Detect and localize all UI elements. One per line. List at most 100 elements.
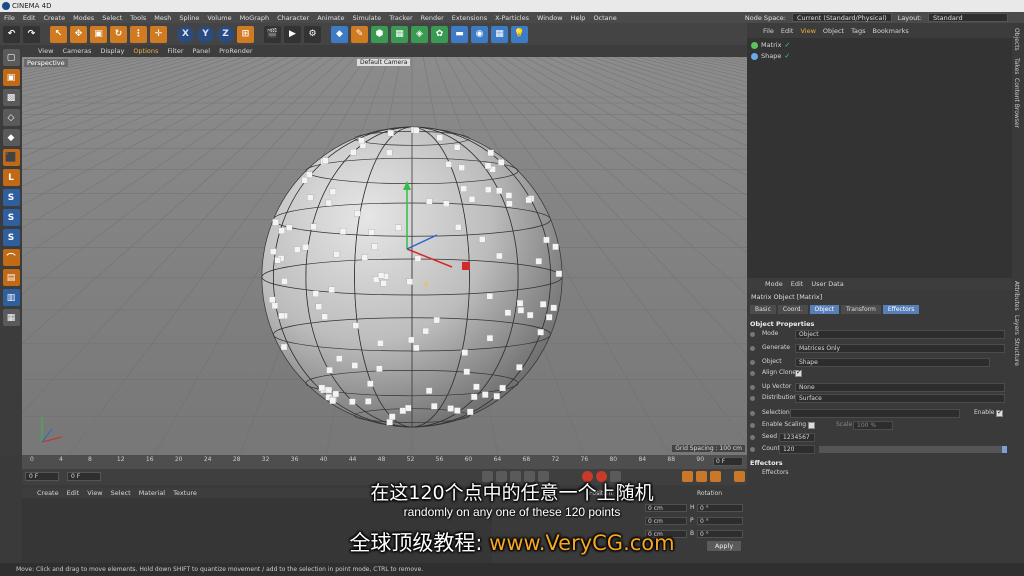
object-name[interactable]: Matrix: [761, 41, 781, 49]
tab-basic[interactable]: Basic: [750, 305, 776, 314]
tab-structure[interactable]: Structure: [1013, 338, 1020, 366]
object-menu-file[interactable]: File: [763, 27, 774, 35]
object-menu-object[interactable]: Object: [823, 27, 844, 35]
render-picture-viewer-icon[interactable]: ▶: [284, 25, 301, 43]
floor-icon[interactable]: ▬: [451, 25, 468, 43]
menu-volume[interactable]: Volume: [207, 14, 231, 22]
snap-icon[interactable]: S: [2, 189, 20, 206]
menu-modes[interactable]: Modes: [73, 14, 94, 22]
render-settings-icon[interactable]: ⚙: [304, 25, 321, 43]
count-slider[interactable]: [819, 446, 1007, 453]
points-mode-icon[interactable]: ◇: [2, 109, 20, 126]
light-icon[interactable]: 💡: [511, 25, 528, 43]
make-editable-icon[interactable]: ▢: [2, 49, 20, 66]
tab-object[interactable]: Object: [809, 305, 840, 314]
mode-select[interactable]: Object: [795, 330, 1005, 339]
object-name[interactable]: Shape: [761, 52, 781, 60]
select-tool-icon[interactable]: ↖: [50, 25, 67, 43]
grid-icon[interactable]: ▦: [491, 25, 508, 43]
menu-character[interactable]: Character: [277, 14, 309, 22]
polygons-mode-icon[interactable]: ⬛: [2, 149, 20, 166]
menu-edit[interactable]: Edit: [23, 14, 36, 22]
layout-select[interactable]: Standard: [928, 13, 1008, 22]
snap-settings-icon[interactable]: S: [2, 209, 20, 226]
y-axis-lock-icon[interactable]: Y: [197, 25, 214, 43]
menu-window[interactable]: Window: [537, 14, 563, 22]
tab-attributes[interactable]: Attributes: [1013, 281, 1020, 311]
coordinate-system-icon[interactable]: ⊞: [237, 25, 254, 43]
cube-primitive-icon[interactable]: ◆: [331, 25, 348, 43]
viewport-menu-filter[interactable]: Filter: [167, 47, 183, 55]
align-clone-checkbox[interactable]: [795, 368, 802, 377]
selection-field[interactable]: [790, 409, 960, 418]
lock-workplane-icon[interactable]: ▥: [2, 289, 20, 306]
array-generator-icon[interactable]: ▦: [391, 25, 408, 43]
generate-select[interactable]: Matrices Only: [795, 344, 1005, 353]
edges-mode-icon[interactable]: ◆: [2, 129, 20, 146]
x-axis-lock-icon[interactable]: X: [177, 25, 194, 43]
render-view-icon[interactable]: 🎬: [264, 25, 281, 43]
enabled-check-icon[interactable]: ✓: [784, 52, 790, 60]
pen-spline-icon[interactable]: ✎: [351, 25, 368, 43]
subdivision-surface-icon[interactable]: ⬢: [371, 25, 388, 43]
tab-transform[interactable]: Transform: [841, 305, 881, 314]
redo-icon[interactable]: ↷: [23, 25, 40, 43]
object-menu-edit[interactable]: Edit: [781, 27, 794, 35]
object-menu-tags[interactable]: Tags: [851, 27, 865, 35]
enable-checkbox[interactable]: [996, 408, 1003, 417]
viewport-menu-panel[interactable]: Panel: [193, 47, 211, 55]
timeline-ruler[interactable]: 0 F 0 4 8 12 16 20 24 28 32 36 40 44 48 52 56 60 64 68 72 7…: [22, 455, 747, 469]
viewport-menu-prorender[interactable]: ProRender: [219, 47, 252, 55]
recent-tool-icon[interactable]: ⋮: [130, 25, 147, 43]
menu-animate[interactable]: Animate: [317, 14, 344, 22]
node-space-select[interactable]: Current (Standard/Physical): [791, 13, 892, 22]
viewport-menu-cameras[interactable]: Cameras: [62, 47, 91, 55]
axis-mode-icon[interactable]: L: [2, 169, 20, 186]
viewport-menu-display[interactable]: Display: [100, 47, 124, 55]
viewport-perspective[interactable]: + Perspective Default Camera Grid Spacin…: [22, 57, 747, 455]
viewport-camera-label[interactable]: Default Camera: [357, 59, 411, 66]
menu-help[interactable]: Help: [571, 14, 586, 22]
planar-workplane-icon[interactable]: ▦: [2, 309, 20, 326]
tab-objects[interactable]: Objects: [1013, 28, 1020, 51]
transform-tool-icon[interactable]: ✛: [150, 25, 167, 43]
object-row-shape[interactable]: Shape ✓: [751, 51, 790, 61]
menu-render[interactable]: Render: [421, 14, 444, 22]
quantize-icon[interactable]: S: [2, 229, 20, 246]
menu-tools[interactable]: Tools: [130, 14, 146, 22]
attribute-menu-edit[interactable]: Edit: [791, 280, 804, 288]
object-row-matrix[interactable]: Matrix ✓: [751, 40, 790, 50]
menu-x-particles[interactable]: X-Particles: [495, 14, 529, 22]
menu-create[interactable]: Create: [43, 14, 65, 22]
distribution-select[interactable]: Surface: [795, 394, 1005, 403]
tab-effectors[interactable]: Effectors: [882, 305, 920, 314]
menu-file[interactable]: File: [4, 14, 15, 22]
texture-mode-icon[interactable]: ▩: [2, 89, 20, 106]
undo-icon[interactable]: ↶: [3, 25, 20, 43]
up-vector-select[interactable]: None: [795, 383, 1005, 392]
move-tool-icon[interactable]: ✥: [70, 25, 87, 43]
model-mode-icon[interactable]: ▣: [2, 69, 20, 86]
viewport-projection-label[interactable]: Perspective: [24, 59, 68, 67]
z-axis-lock-icon[interactable]: Z: [217, 25, 234, 43]
tab-takes[interactable]: Takes: [1013, 58, 1020, 74]
rotate-tool-icon[interactable]: ↻: [110, 25, 127, 43]
attribute-menu-mode[interactable]: Mode: [765, 280, 783, 288]
scale-tool-icon[interactable]: ▣: [90, 25, 107, 43]
object-menu-bookmarks[interactable]: Bookmarks: [872, 27, 908, 35]
timeline-end-frame[interactable]: 0 F: [713, 457, 743, 466]
scale-field[interactable]: 100 %: [853, 421, 893, 430]
mograph-cloner-icon[interactable]: ✿: [431, 25, 448, 43]
menu-mograph[interactable]: MoGraph: [240, 14, 270, 22]
object-menu-view[interactable]: View: [800, 27, 815, 35]
menu-octane[interactable]: Octane: [593, 14, 616, 22]
enabled-check-icon[interactable]: ✓: [784, 41, 790, 49]
viewport-menu-view[interactable]: View: [38, 47, 53, 55]
menu-select[interactable]: Select: [102, 14, 122, 22]
tab-content-browser[interactable]: Content Browser: [1013, 78, 1020, 128]
tab-layers[interactable]: Layers: [1013, 315, 1020, 335]
menu-spline[interactable]: Spline: [179, 14, 199, 22]
attribute-menu-user-data[interactable]: User Data: [811, 280, 843, 288]
enable-scaling-checkbox[interactable]: [808, 422, 815, 429]
menu-extensions[interactable]: Extensions: [452, 14, 487, 22]
